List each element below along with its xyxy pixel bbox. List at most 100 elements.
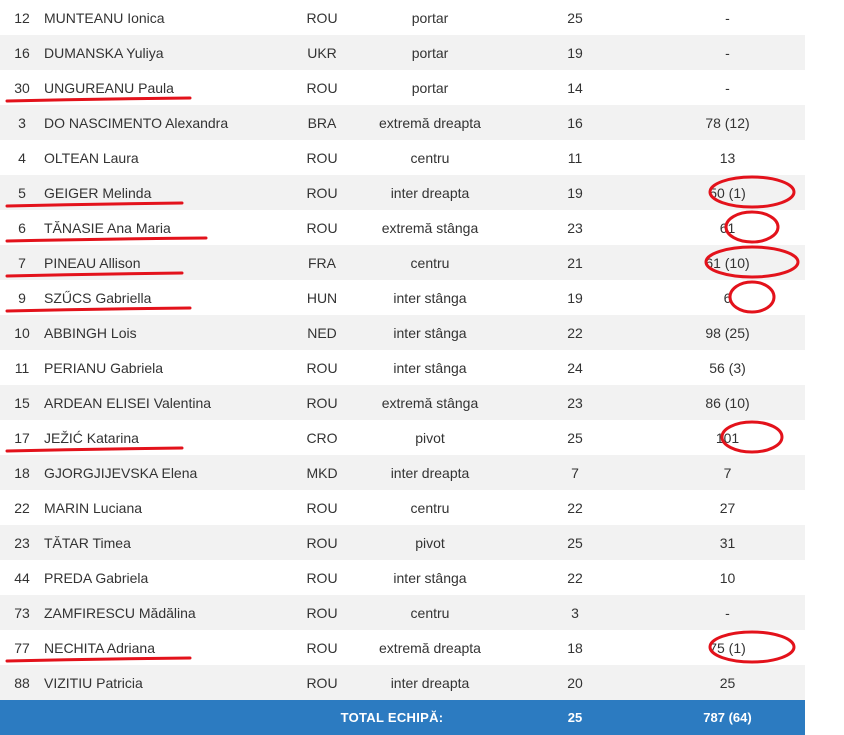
player-name: UNGUREANU Paula — [44, 70, 284, 105]
player-nationality: ROU — [284, 630, 360, 665]
player-appearances: 21 — [500, 245, 650, 280]
player-appearances: 23 — [500, 210, 650, 245]
player-position: extremă stânga — [360, 385, 500, 420]
player-nationality: ROU — [284, 210, 360, 245]
player-number: 16 — [0, 35, 44, 70]
table-row: 44 PREDA Gabriela ROU inter stânga 22 10 — [0, 560, 844, 595]
player-nationality: NED — [284, 315, 360, 350]
player-name: TĂTAR Timea — [44, 525, 284, 560]
player-goals: 61 (10) — [650, 245, 805, 280]
player-number: 9 — [0, 280, 44, 315]
player-goals: 61 — [650, 210, 805, 245]
player-appearances: 19 — [500, 175, 650, 210]
total-appearances: 25 — [500, 700, 650, 735]
player-number: 7 — [0, 245, 44, 280]
player-number: 6 — [0, 210, 44, 245]
player-goals: 56 (3) — [650, 350, 805, 385]
table-row: 16 DUMANSKA Yuliya UKR portar 19- — [0, 35, 844, 70]
player-appearances: 20 — [500, 665, 650, 700]
player-name: TĂNASIE Ana Maria — [44, 210, 284, 245]
player-name: MARIN Luciana — [44, 490, 284, 525]
player-goals: 50 (1) — [650, 175, 805, 210]
player-name: SZŰCS Gabriella — [44, 280, 284, 315]
table-row: 15 ARDEAN ELISEI Valentina ROU extremă stân… — [0, 385, 844, 420]
player-name: ZAMFIRESCU Mădălina — [44, 595, 284, 630]
table-row: 4 OLTEAN Laura ROU centru 11 13 — [0, 140, 844, 175]
player-nationality: ROU — [284, 385, 360, 420]
player-rows: 12 MUNTEANU Ionica ROU portar 25-16 DUMANSKA … — [0, 0, 844, 700]
player-appearances: 14 — [500, 70, 650, 105]
player-name: PINEAU Allison — [44, 245, 284, 280]
player-nationality: ROU — [284, 140, 360, 175]
player-goals: 25 — [650, 665, 805, 700]
player-nationality: BRA — [284, 105, 360, 140]
player-name: JEŽIĆ Katarina — [44, 420, 284, 455]
table-row: 6 TĂNASIE Ana Maria ROU extremă stânga 23 61 — [0, 210, 844, 245]
player-name: ABBINGH Lois — [44, 315, 284, 350]
player-goals: 13 — [650, 140, 805, 175]
player-position: extremă dreapta — [360, 630, 500, 665]
table-row: 30 UNGUREANU Paula ROU portar 14- — [0, 70, 844, 105]
table-row: 5 GEIGER Melinda ROU inter dreapta 19 50 (1) — [0, 175, 844, 210]
player-position: centru — [360, 490, 500, 525]
player-name: OLTEAN Laura — [44, 140, 284, 175]
player-position: inter stânga — [360, 350, 500, 385]
player-nationality: ROU — [284, 525, 360, 560]
table-row: 77 NECHITA Adriana ROU extremă dreapta 18 75 … — [0, 630, 844, 665]
player-appearances: 22 — [500, 315, 650, 350]
player-position: centru — [360, 245, 500, 280]
player-goals: 101 — [650, 420, 805, 455]
player-number: 22 — [0, 490, 44, 525]
player-goals: 6 — [650, 280, 805, 315]
player-appearances: 24 — [500, 350, 650, 385]
player-position: portar — [360, 35, 500, 70]
player-nationality: CRO — [284, 420, 360, 455]
player-name: GJORGJIJEVSKA Elena — [44, 455, 284, 490]
player-appearances: 16 — [500, 105, 650, 140]
player-appearances: 22 — [500, 490, 650, 525]
player-position: pivot — [360, 420, 500, 455]
table-row: 88 VIZITIU Patricia ROU inter dreapta 20 25 — [0, 665, 844, 700]
player-nationality: ROU — [284, 560, 360, 595]
player-name: ARDEAN ELISEI Valentina — [44, 385, 284, 420]
player-number: 23 — [0, 525, 44, 560]
player-goals: 75 (1) — [650, 630, 805, 665]
player-appearances: 25 — [500, 420, 650, 455]
total-label: TOTAL ECHIPĂ: — [284, 700, 500, 735]
player-appearances: 7 — [500, 455, 650, 490]
player-number: 12 — [0, 0, 44, 35]
table-row: 22 MARIN Luciana ROU centru 22 27 — [0, 490, 844, 525]
player-nationality: ROU — [284, 70, 360, 105]
player-number: 10 — [0, 315, 44, 350]
table-row: 73 ZAMFIRESCU Mădălina ROU centru 3- — [0, 595, 844, 630]
player-appearances: 11 — [500, 140, 650, 175]
player-appearances: 25 — [500, 0, 650, 35]
player-nationality: ROU — [284, 665, 360, 700]
player-position: extremă dreapta — [360, 105, 500, 140]
player-name: PERIANU Gabriela — [44, 350, 284, 385]
player-goals: 10 — [650, 560, 805, 595]
player-number: 18 — [0, 455, 44, 490]
player-number: 30 — [0, 70, 44, 105]
table-row: 18 GJORGJIJEVSKA Elena MKD inter dreapta 7 7 — [0, 455, 844, 490]
player-appearances: 18 — [500, 630, 650, 665]
player-position: portar — [360, 0, 500, 35]
table-row: 23 TĂTAR Timea ROU pivot 25 31 — [0, 525, 844, 560]
player-nationality: FRA — [284, 245, 360, 280]
player-nationality: HUN — [284, 280, 360, 315]
table-row: 7 PINEAU Allison FRA centru 21 61 (10) — [0, 245, 844, 280]
player-stats-table: 12 MUNTEANU Ionica ROU portar 25-16 DUMANSKA … — [0, 0, 844, 735]
table-row: 17 JEŽIĆ Katarina CRO pivot 25 101 — [0, 420, 844, 455]
player-number: 5 — [0, 175, 44, 210]
player-appearances: 25 — [500, 525, 650, 560]
player-number: 44 — [0, 560, 44, 595]
player-goals: 7 — [650, 455, 805, 490]
player-number: 77 — [0, 630, 44, 665]
player-appearances: 22 — [500, 560, 650, 595]
player-position: centru — [360, 595, 500, 630]
player-number: 88 — [0, 665, 44, 700]
player-position: inter stânga — [360, 315, 500, 350]
player-goals: - — [650, 35, 805, 70]
player-goals: 86 (10) — [650, 385, 805, 420]
player-goals: 31 — [650, 525, 805, 560]
